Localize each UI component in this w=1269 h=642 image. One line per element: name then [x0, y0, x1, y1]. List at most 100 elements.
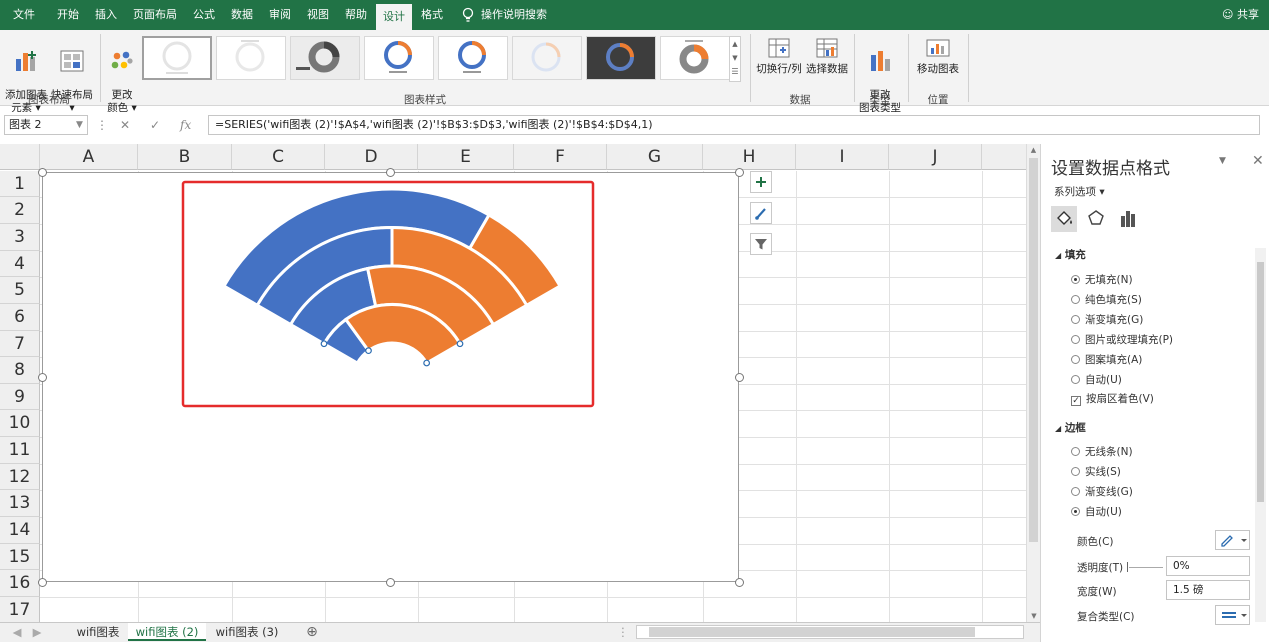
row-header-1[interactable]: 1 [0, 171, 40, 197]
close-icon[interactable]: ✕ [1252, 153, 1264, 169]
series-options-tab[interactable] [1115, 206, 1141, 232]
column-header-d[interactable]: D [325, 144, 418, 170]
pane-scrollbar[interactable] [1255, 248, 1266, 622]
radio-solid-fill[interactable]: 纯色填充(S) [1071, 293, 1269, 307]
next-sheet-icon[interactable]: ▶ [30, 623, 44, 641]
formula-input[interactable]: =SERIES('wifi图表 (2)'!$A$4,'wifi图表 (2)'!$… [208, 115, 1260, 135]
color-picker-button[interactable] [1215, 530, 1250, 550]
move-chart-button[interactable]: 移动图表 [912, 36, 964, 76]
chart-elements-button[interactable] [750, 171, 772, 193]
chart-style-4[interactable] [364, 36, 434, 80]
chart-filters-button[interactable] [750, 233, 772, 255]
compound-type-button[interactable] [1215, 605, 1250, 625]
change-colors-button[interactable]: 更改 颜色 ▾ [104, 36, 140, 115]
chevron-up-icon[interactable]: ▲ [730, 37, 740, 51]
fill-line-tab[interactable] [1051, 206, 1077, 232]
radio-gradient-line[interactable]: 渐变线(G) [1071, 485, 1269, 499]
chart-style-1[interactable] [142, 36, 212, 80]
slider-thumb[interactable] [1127, 562, 1128, 572]
resize-handle[interactable] [38, 578, 47, 587]
column-header-g[interactable]: G [607, 144, 703, 170]
row-header-2[interactable]: 2 [0, 197, 40, 224]
row-header-6[interactable]: 6 [0, 304, 40, 331]
tab-file[interactable]: 文件 [4, 0, 44, 30]
tab-page-layout[interactable]: 页面布局 [128, 0, 182, 30]
selection-marker[interactable] [423, 359, 431, 367]
row-header-9[interactable]: 9 [0, 384, 40, 410]
row-header-12[interactable]: 12 [0, 464, 40, 490]
column-header-e[interactable]: E [418, 144, 514, 170]
sheet-tab-wifi-chart[interactable]: wifi图表 [70, 623, 126, 641]
resize-handle[interactable] [735, 578, 744, 587]
row-header-7[interactable]: 7 [0, 331, 40, 357]
pane-options-dropdown-icon[interactable]: ▼ [1219, 156, 1226, 166]
width-input[interactable]: 1.5 磅 [1166, 580, 1250, 600]
row-header-11[interactable]: 11 [0, 437, 40, 464]
chart-style-2[interactable] [216, 36, 286, 80]
add-sheet-icon[interactable]: ⊕ [302, 623, 322, 641]
selection-marker[interactable] [320, 340, 328, 348]
share-button[interactable]: ☺ 共享 [1222, 0, 1259, 30]
resize-handle[interactable] [735, 373, 744, 382]
gallery-more-icon[interactable]: ☰ [730, 65, 740, 79]
selection-marker[interactable] [365, 347, 372, 355]
chart-style-6[interactable] [512, 36, 582, 80]
row-header-16[interactable]: 16 [0, 570, 40, 597]
enter-icon[interactable]: ✓ [150, 115, 160, 135]
chart-style-5[interactable] [438, 36, 508, 80]
switch-row-column-button[interactable]: 切换行/列 [754, 36, 804, 76]
sheet-tab-wifi-chart-3[interactable]: wifi图表 (3) [208, 623, 286, 641]
radio-auto-line[interactable]: 自动(U) [1071, 505, 1269, 519]
tab-data[interactable]: 数据 [224, 0, 260, 30]
resize-handle[interactable] [38, 373, 47, 382]
tab-design[interactable]: 设计 [376, 4, 412, 30]
chart-style-7[interactable] [586, 36, 656, 80]
radio-gradient-fill[interactable]: 渐变填充(G) [1071, 313, 1269, 327]
vary-colors-checkbox[interactable]: ✓ 按扇区着色(V) [1071, 392, 1269, 406]
tab-formulas[interactable]: 公式 [186, 0, 222, 30]
column-header-j[interactable]: J [889, 144, 982, 170]
doughnut-chart[interactable] [43, 173, 738, 581]
column-header-f[interactable]: F [514, 144, 607, 170]
scrollbar-thumb[interactable] [1029, 158, 1038, 542]
resize-handle[interactable] [386, 578, 395, 587]
radio-no-fill[interactable]: 无填充(N) [1071, 273, 1269, 287]
row-header-14[interactable]: 14 [0, 517, 40, 544]
row-header-13[interactable]: 13 [0, 490, 40, 517]
scroll-down-icon[interactable]: ▼ [1027, 610, 1040, 622]
chart-styles-button[interactable] [750, 202, 772, 224]
tab-insert[interactable]: 插入 [88, 0, 124, 30]
border-section-header[interactable]: ◢ 边框 [1055, 421, 1265, 436]
series-options-dropdown[interactable]: 系列选项 ▾ [1054, 184, 1105, 199]
prev-sheet-icon[interactable]: ◀ [10, 623, 24, 641]
horizontal-scrollbar[interactable] [636, 625, 1024, 639]
column-header-b[interactable]: B [138, 144, 232, 170]
resize-handle[interactable] [386, 168, 395, 177]
tab-home[interactable]: 开始 [50, 0, 86, 30]
column-header-h[interactable]: H [703, 144, 796, 170]
tab-view[interactable]: 视图 [300, 0, 336, 30]
transparency-input[interactable]: 0% [1166, 556, 1250, 576]
chevron-down-icon[interactable]: ▼ [730, 51, 740, 65]
cancel-icon[interactable]: ✕ [120, 115, 130, 135]
row-header-4[interactable]: 4 [0, 251, 40, 277]
scrollbar-thumb[interactable] [649, 627, 975, 637]
row-header-17[interactable]: 17 [0, 597, 40, 622]
select-all-corner[interactable] [0, 144, 40, 170]
chart-area[interactable] [42, 172, 739, 582]
scrollbar-thumb[interactable] [1257, 262, 1264, 502]
sheet-tab-wifi-chart-2[interactable]: wifi图表 (2) [128, 623, 206, 641]
radio-solid-line[interactable]: 实线(S) [1071, 465, 1269, 479]
tell-me-search[interactable]: 操作说明搜索 [480, 0, 548, 30]
radio-pattern-fill[interactable]: 图案填充(A) [1071, 353, 1269, 367]
row-header-5[interactable]: 5 [0, 277, 40, 304]
gallery-scroll[interactable]: ▲ ▼ ☰ [729, 36, 741, 82]
resize-handle[interactable] [735, 168, 744, 177]
radio-auto-fill[interactable]: 自动(U) [1071, 373, 1269, 387]
tab-review[interactable]: 审阅 [262, 0, 298, 30]
chart-style-8[interactable] [660, 36, 730, 80]
chart-style-3[interactable] [290, 36, 360, 80]
name-box-dropdown-icon[interactable]: ▼ [76, 115, 83, 135]
radio-picture-fill[interactable]: 图片或纹理填充(P) [1071, 333, 1269, 347]
row-header-15[interactable]: 15 [0, 544, 40, 570]
